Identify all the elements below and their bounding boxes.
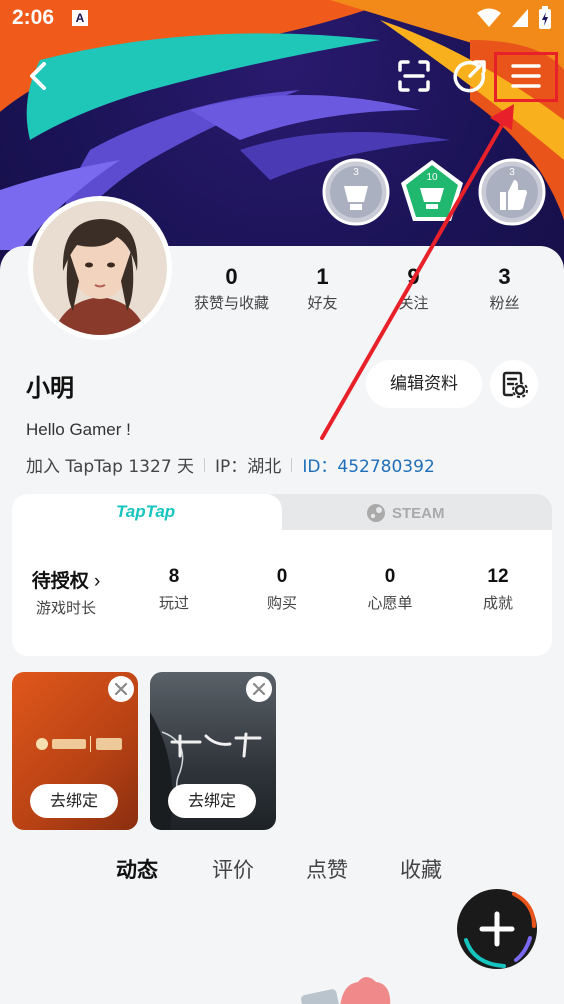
steam-tab-label: STEAM (366, 503, 445, 523)
create-post-button[interactable] (454, 886, 540, 972)
pstat-value: 8 (168, 566, 180, 587)
pstat-value: 12 (487, 566, 509, 587)
pstat-purchased[interactable]: 0 购买 (228, 566, 336, 618)
share-icon (453, 60, 486, 93)
achievement-badge-1[interactable]: 3 (322, 158, 390, 226)
back-button[interactable] (14, 52, 62, 100)
back-arrow-icon (30, 62, 46, 90)
scan-icon (398, 60, 430, 92)
tab-likes[interactable]: 点赞 (306, 854, 348, 884)
stat-following[interactable]: 9 关注 (368, 264, 459, 313)
stat-likes-collections[interactable]: 0 获赞与收藏 (186, 264, 277, 313)
achievement-badge-3[interactable]: 3 (478, 158, 546, 226)
stat-friends[interactable]: 1 好友 (277, 264, 368, 313)
menu-highlight-box (494, 52, 558, 102)
badge-1-count: 3 (353, 167, 359, 178)
tab-label: 收藏 (400, 858, 442, 882)
tab-label: 评价 (212, 858, 254, 882)
profile-meta: 加入 TapTap 1327 天 IP：湖北 ID：452780392 (26, 452, 435, 477)
stat-value: 0 (225, 264, 238, 289)
tab-activity[interactable]: 动态 (116, 854, 158, 886)
divider (291, 457, 293, 472)
tab-taptap[interactable]: TapTap (12, 494, 282, 530)
badge-3-count: 3 (509, 167, 515, 178)
pstat-value: 0 (384, 566, 396, 587)
edit-profile-button[interactable]: 编辑资料 (366, 360, 482, 408)
profile-settings-button[interactable] (490, 360, 538, 408)
close-button[interactable] (108, 676, 134, 702)
stat-label: 获赞与收藏 (193, 294, 269, 312)
stat-value: 3 (498, 264, 511, 289)
chevron-right-icon: › (88, 571, 101, 592)
pstat-label: 心愿单 (367, 594, 413, 612)
thumbs-up-badge-icon: 3 (478, 158, 546, 226)
stat-label: 关注 (398, 294, 429, 312)
avatar[interactable] (28, 196, 172, 340)
pstat-value-text: 待授权 (31, 571, 89, 592)
document-gear-icon (502, 371, 528, 398)
close-icon (252, 682, 266, 696)
username: 小明 (26, 374, 74, 402)
status-icons (476, 6, 552, 30)
divider (204, 457, 206, 472)
steam-tab-text: STEAM (392, 504, 445, 522)
stat-value: 1 (316, 264, 329, 289)
pstat-achievements[interactable]: 12 成就 (444, 566, 552, 618)
ip-location: IP：湖北 (215, 457, 282, 477)
achievement-badge-2[interactable]: 10 (398, 158, 466, 226)
tab-label: 点赞 (306, 858, 348, 882)
joined-days: 加入 TapTap 1327 天 (26, 457, 195, 477)
status-bar: 2:06 A (0, 0, 564, 36)
wifi-icon (477, 8, 501, 27)
pstat-label: 玩过 (158, 594, 189, 612)
trophy-badge-green-icon: 10 (401, 160, 463, 221)
stat-label: 粉丝 (489, 294, 520, 312)
tab-steam[interactable]: STEAM (262, 494, 552, 530)
stat-value: 9 (407, 264, 420, 289)
pstat-label: 游戏时长 (35, 599, 96, 617)
pstat-label: 成就 (482, 594, 513, 612)
trophy-badge-icon: 3 (322, 158, 390, 226)
empty-state-illustration (301, 977, 391, 1004)
signal-icon (512, 9, 528, 27)
platform-stats-card: STEAM TapTap 待授权 › 游戏时长 8 玩过 0 购买 0 心愿单 … (12, 494, 552, 656)
avatar-image (33, 201, 167, 335)
pstat-wishlist[interactable]: 0 心愿单 (336, 566, 444, 618)
stat-label: 好友 (307, 294, 338, 312)
scan-button[interactable] (390, 52, 438, 100)
game-tile-1[interactable]: 去绑定 (12, 672, 138, 830)
tab-reviews[interactable]: 评价 (212, 854, 254, 884)
badge-2-count: 10 (426, 172, 438, 183)
taptap-tab-label: TapTap (116, 502, 176, 521)
close-button[interactable] (246, 676, 272, 702)
steam-icon (367, 504, 385, 522)
tab-favorites[interactable]: 收藏 (400, 854, 442, 884)
stat-followers[interactable]: 3 粉丝 (459, 264, 550, 313)
unbind-button[interactable]: 去绑定 (30, 784, 118, 818)
notification-a-icon: A (72, 10, 88, 26)
game-tile-2[interactable]: 去绑定 (150, 672, 276, 830)
status-time: 2:06 (12, 6, 55, 29)
user-id[interactable]: ID：452780392 (302, 452, 434, 477)
unbind-button[interactable]: 去绑定 (168, 784, 256, 818)
plus-icon (457, 889, 537, 969)
pstat-value: 待授权 › (12, 566, 120, 593)
share-button[interactable] (446, 52, 494, 100)
pstat-playtime[interactable]: 待授权 › 游戏时长 (12, 566, 120, 618)
profile-stats: 0 获赞与收藏 1 好友 9 关注 3 粉丝 (186, 264, 550, 313)
pstat-label: 购买 (266, 594, 297, 612)
battery-icon (539, 6, 551, 29)
avatar-illustration (33, 201, 167, 335)
bio-text: Hello Gamer ! (26, 420, 131, 439)
platform-stats: 待授权 › 游戏时长 8 玩过 0 购买 0 心愿单 12 成就 (12, 566, 552, 618)
tab-label: 动态 (116, 858, 158, 882)
pstat-played[interactable]: 8 玩过 (120, 566, 228, 618)
pstat-value: 0 (276, 566, 288, 587)
close-icon (114, 682, 128, 696)
